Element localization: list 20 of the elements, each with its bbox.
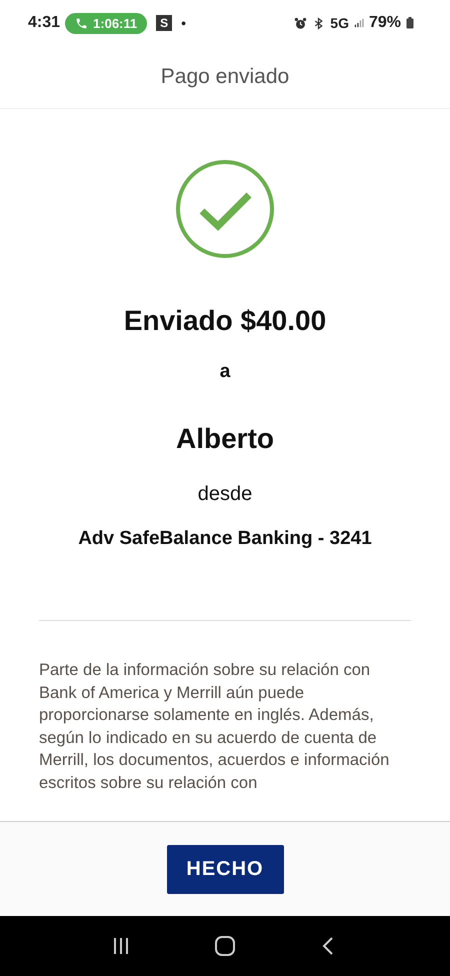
battery-percent: 79%: [368, 14, 401, 32]
network-label: 5G: [330, 15, 349, 31]
account-name: Adv SafeBalance Banking - 3241: [78, 528, 372, 550]
to-label: a: [220, 361, 230, 383]
alarm-icon: [294, 16, 308, 30]
checkmark-circle-icon: [175, 159, 275, 259]
disclaimer-text: Parte de la información sobre su relación con Bank of America y Merrill aún puede proporcionarse solamente en inglés. Además, según lo indicado en su acuerdo de cuenta de Merrill, los documentos, acuerdos e información escritos sobre su relación con: [39, 660, 390, 794]
from-label: desde: [198, 483, 252, 506]
home-icon[interactable]: [214, 935, 236, 957]
screen-title: Pago enviado: [160, 65, 290, 89]
amount-sent: Enviado $40.00: [124, 305, 326, 337]
app-notification-icon: S: [156, 15, 172, 31]
bluetooth-icon: [312, 16, 326, 30]
battery-icon: [406, 17, 414, 29]
done-button[interactable]: HECHO: [166, 844, 284, 894]
status-time: 4:31: [28, 14, 60, 32]
recipient-name: Alberto: [176, 423, 274, 455]
phone-icon: [75, 16, 88, 30]
signal-icon: [354, 18, 364, 28]
notification-dot: •: [181, 15, 186, 31]
